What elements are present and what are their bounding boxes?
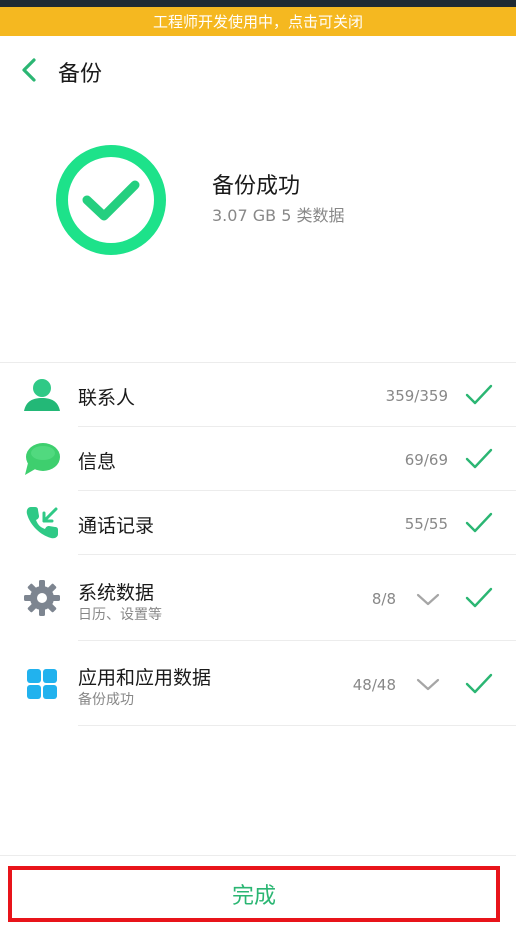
app-grid-icon	[27, 669, 57, 699]
backup-item-label: 联系人	[78, 387, 136, 409]
backup-item-contacts[interactable]: 联系人 359/359	[0, 363, 516, 427]
check-icon	[465, 587, 493, 608]
done-button[interactable]: 完成	[8, 866, 500, 922]
backup-status-title: 备份成功	[212, 174, 301, 199]
backup-item-system-data[interactable]: 系统数据 日历、设置等 8/8	[0, 555, 516, 641]
backup-item-label: 系统数据	[78, 582, 155, 604]
backup-item-call-log[interactable]: 通话记录 55/55	[0, 491, 516, 555]
backup-item-messages[interactable]: 信息 69/69	[0, 427, 516, 491]
app-header: 备份	[0, 36, 516, 104]
backup-item-subtitle: 日历、设置等	[78, 607, 162, 623]
chevron-down-icon[interactable]	[414, 589, 442, 609]
check-icon	[465, 448, 493, 469]
gear-icon	[24, 580, 60, 616]
backup-size: 3.07 GB	[212, 206, 277, 225]
check-circle-icon	[56, 145, 166, 255]
check-icon	[465, 673, 493, 694]
developer-mode-banner[interactable]: 工程师开发使用中，点击可关闭	[0, 7, 516, 36]
developer-mode-banner-text: 工程师开发使用中，点击可关闭	[152, 13, 363, 31]
call-log-icon	[26, 507, 58, 539]
message-bubble-icon	[25, 443, 60, 475]
backup-item-count: 48/48	[352, 676, 396, 694]
backup-item-count: 8/8	[371, 590, 396, 608]
chevron-left-icon	[22, 58, 36, 82]
row-divider	[78, 725, 516, 726]
contact-person-icon	[24, 379, 60, 411]
status-bar	[0, 0, 516, 7]
footer-divider	[0, 855, 516, 856]
backup-item-subtitle: 备份成功	[78, 692, 134, 708]
backup-item-count: 69/69	[404, 451, 448, 469]
backup-result-screen: 工程师开发使用中，点击可关闭 备份 备份成功 3.07 GB 5 类数据 联系人…	[0, 0, 516, 938]
page-title: 备份	[58, 62, 103, 87]
backup-item-count: 359/359	[385, 387, 448, 405]
backup-category-count: 5 类数据	[281, 206, 345, 225]
done-button-label: 完成	[231, 884, 276, 909]
backup-item-count: 55/55	[404, 515, 448, 533]
backup-item-label: 应用和应用数据	[78, 667, 212, 689]
backup-item-apps[interactable]: 应用和应用数据 备份成功 48/48	[0, 641, 516, 726]
chevron-down-icon[interactable]	[414, 674, 442, 694]
check-icon	[465, 512, 493, 533]
backup-summary: 3.07 GB 5 类数据	[212, 202, 344, 226]
check-icon	[465, 384, 493, 405]
backup-item-label: 信息	[78, 451, 117, 473]
back-button[interactable]	[14, 54, 46, 86]
backup-item-label: 通话记录	[78, 515, 155, 537]
